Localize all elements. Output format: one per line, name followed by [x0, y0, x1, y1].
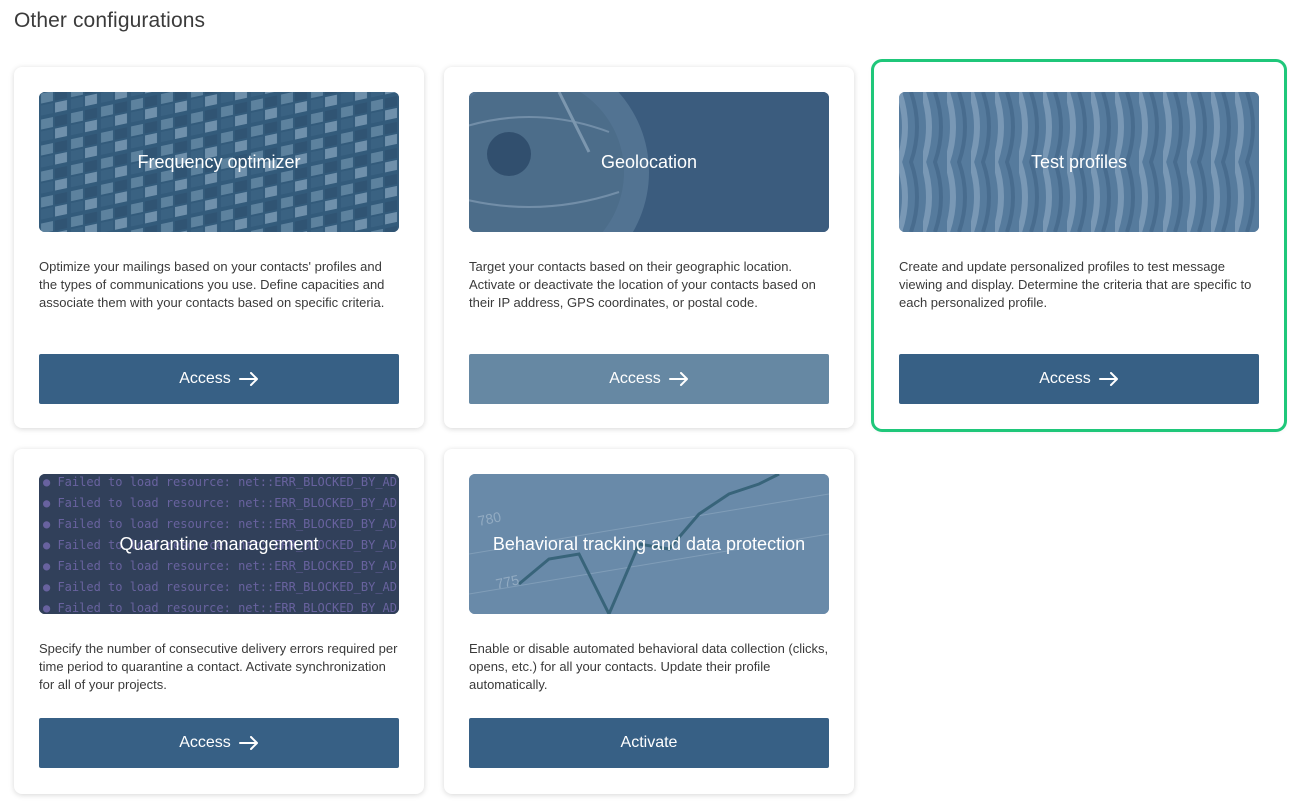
- card-title: Geolocation: [600, 152, 698, 172]
- button-label: Activate: [620, 734, 678, 751]
- button-label: Access: [609, 370, 661, 387]
- button-label: Access: [179, 734, 231, 751]
- card-description: Create and update personalized profiles …: [899, 259, 1252, 310]
- banner-image-quarantine-management: ● Failed to load resource: net::ERR_BLOC…: [39, 474, 399, 614]
- card-frequency-optimizer: Frequency optimizer Optimize your mailin…: [14, 67, 424, 428]
- access-button-geolocation[interactable]: Access: [469, 354, 829, 404]
- card-behavioral-tracking: 780 775 Behavioral tracking and data pro…: [444, 449, 854, 794]
- access-button-quarantine-management[interactable]: Access: [39, 718, 399, 768]
- card-test-profiles: Test profiles Create and update personal…: [874, 62, 1284, 429]
- arrow-right-icon: [238, 736, 259, 750]
- card-geolocation: Geolocation Target your contacts based o…: [444, 67, 854, 428]
- arrow-right-icon: [238, 372, 259, 386]
- card-description: Enable or disable automated behavioral d…: [469, 641, 829, 692]
- card-title: Frequency optimizer: [137, 152, 301, 172]
- arrow-right-icon: [1098, 372, 1119, 386]
- card-description: Optimize your mailings based on your con…: [39, 259, 385, 310]
- access-button-test-profiles[interactable]: Access: [899, 354, 1259, 404]
- button-label: Access: [179, 370, 231, 387]
- banner-image-test-profiles: Test profiles: [899, 92, 1259, 232]
- card-title: Quarantine management: [119, 534, 319, 554]
- card-quarantine-management: ● Failed to load resource: net::ERR_BLOC…: [14, 449, 424, 794]
- banner-image-geolocation: Geolocation: [469, 92, 829, 232]
- activate-button-behavioral-tracking[interactable]: Activate: [469, 718, 829, 768]
- arrow-right-icon: [668, 372, 689, 386]
- banner-image-behavioral-tracking: 780 775 Behavioral tracking and data pro…: [469, 474, 829, 614]
- banner-image-frequency-optimizer: Frequency optimizer: [39, 92, 399, 232]
- page-title: Other configurations: [14, 9, 206, 32]
- card-description: Target your contacts based on their geog…: [469, 259, 816, 310]
- card-title: Test profiles: [1030, 152, 1128, 172]
- card-title: Behavioral tracking and data protection: [492, 534, 806, 554]
- access-button-frequency-optimizer[interactable]: Access: [39, 354, 399, 404]
- button-label: Access: [1039, 370, 1091, 387]
- card-description: Specify the number of consecutive delive…: [39, 641, 398, 692]
